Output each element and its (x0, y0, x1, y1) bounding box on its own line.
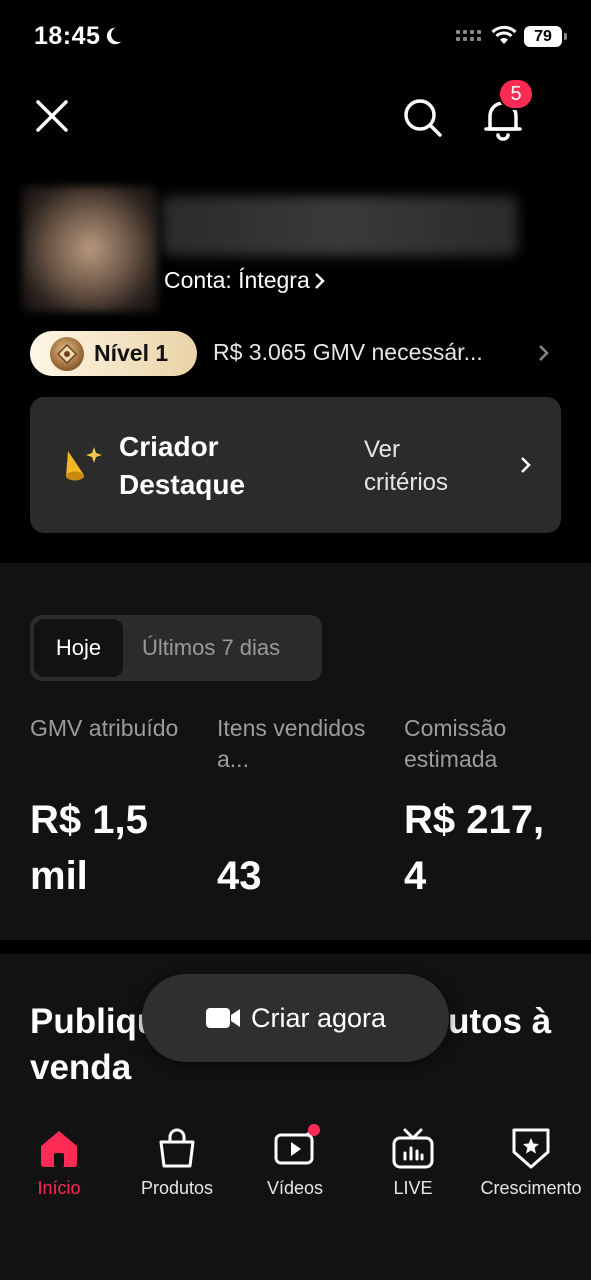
spotlight-icon (66, 447, 102, 481)
tab-today[interactable]: Hoje (34, 619, 123, 677)
stat-commission-value: R$ 217, 4 (404, 798, 545, 898)
nav-label-products: Produtos (140, 1178, 214, 1198)
nav-label-videos: Vídeos (266, 1178, 324, 1198)
nav-item-home[interactable]: Início (0, 1126, 118, 1199)
stat-items-sold[interactable]: Itens vendidos a... 43 (217, 713, 387, 898)
stat-gmv[interactable]: GMV atribuído R$ 1,5 mil (30, 713, 200, 898)
account-status-link[interactable]: Conta: Íntegra (164, 267, 326, 294)
bag-icon (159, 1128, 195, 1168)
stat-commission-label: Comissão estimada (404, 715, 507, 772)
live-tv-icon (392, 1128, 434, 1169)
stat-gmv-label: GMV atribuído (30, 715, 179, 741)
stat-items-sold-value: 43 (217, 854, 262, 898)
create-now-label: Criar agora (250, 1002, 387, 1033)
stat-gmv-value: R$ 1,5 mil (30, 798, 148, 898)
level-label: Nível 1 (94, 340, 169, 366)
level-badge[interactable]: Nível 1 (30, 331, 197, 376)
home-icon (41, 1131, 77, 1167)
nav-label-growth: Crescimento (480, 1178, 582, 1198)
stats-section: Hoje Últimos 7 dias GMV atribuído R$ 1,5… (0, 563, 591, 940)
cellular-signal-icon (456, 30, 481, 41)
create-now-button[interactable]: Criar agora (142, 974, 449, 1062)
period-tabs: Hoje Últimos 7 dias (30, 615, 322, 681)
medal-icon (50, 336, 84, 371)
nav-item-videos[interactable]: Vídeos (236, 1124, 354, 1199)
account-status-label: Conta: Íntegra (164, 267, 310, 293)
tab-last-7-days[interactable]: Últimos 7 dias (142, 619, 280, 677)
nav-label-live: LIVE (393, 1178, 433, 1198)
growth-badge-icon (512, 1128, 550, 1169)
nav-item-products[interactable]: Produtos (118, 1126, 236, 1199)
featured-creator-card[interactable]: Criador Destaque Ver critérios (30, 397, 561, 533)
view-criteria-link[interactable]: Ver critérios (364, 433, 484, 499)
close-icon[interactable] (34, 98, 70, 134)
nav-item-growth[interactable]: Crescimento (472, 1126, 590, 1199)
nav-item-live[interactable]: LIVE (354, 1126, 472, 1199)
video-camera-icon (205, 1008, 240, 1028)
chevron-right-icon (314, 272, 325, 289)
chevron-right-icon[interactable] (538, 343, 550, 363)
featured-creator-title: Criador Destaque (119, 431, 246, 500)
stat-commission[interactable]: Comissão estimada R$ 217, 4 (404, 713, 574, 898)
search-icon[interactable] (400, 95, 444, 139)
wifi-icon (491, 25, 517, 44)
status-bar: 18:45 79 (0, 0, 591, 76)
bottom-nav: Início Produtos Vídeos LIVE Crescimento (0, 1104, 591, 1280)
notification-badge: 5 (498, 78, 534, 110)
videos-notification-dot (308, 1124, 320, 1136)
nav-label-home: Início (37, 1178, 81, 1198)
battery-indicator: 79 (524, 26, 567, 47)
profile-name-blurred (162, 196, 518, 256)
stat-items-sold-label: Itens vendidos a... (217, 715, 366, 772)
gmv-needed-text[interactable]: R$ 3.065 GMV necessár... (213, 339, 483, 366)
chevron-right-icon (521, 457, 531, 473)
avatar[interactable] (22, 186, 158, 312)
moon-icon (106, 27, 122, 45)
status-time: 18:45 (34, 22, 101, 50)
